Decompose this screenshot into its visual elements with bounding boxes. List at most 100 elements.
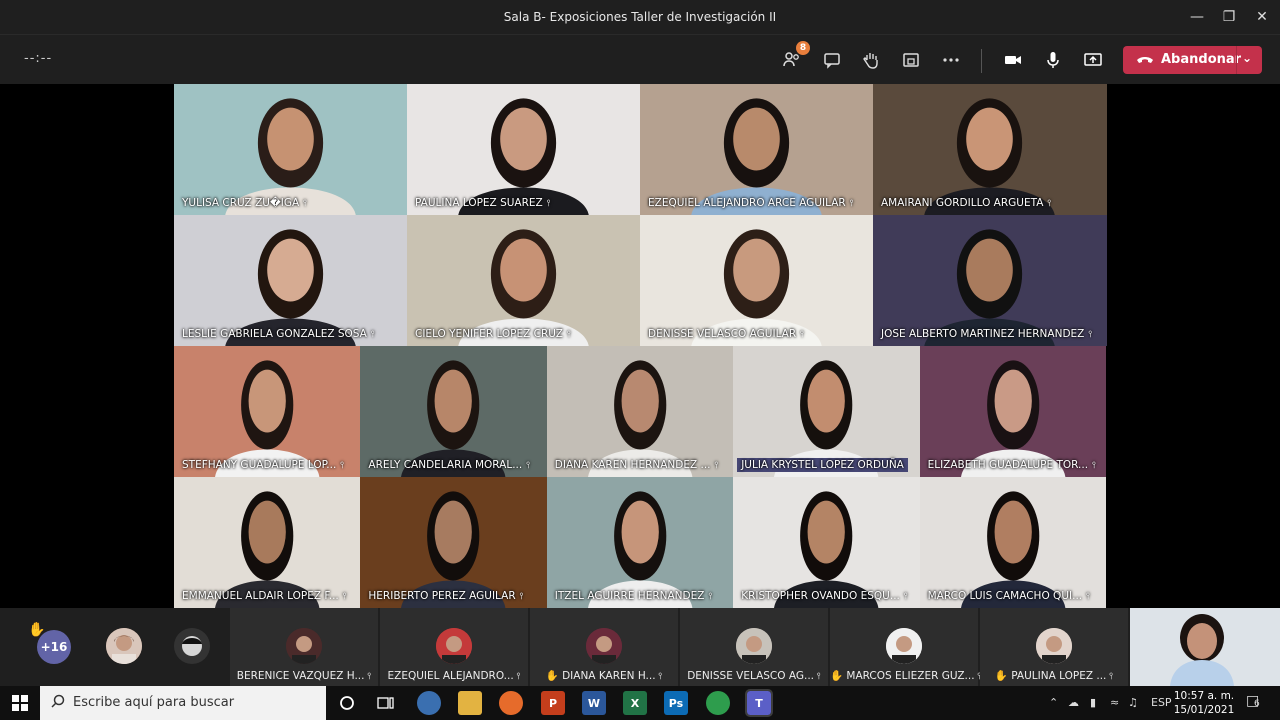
wifi-icon[interactable]: ≈ bbox=[1110, 696, 1119, 709]
chrome-icon[interactable] bbox=[706, 691, 730, 715]
participant-video-tile[interactable]: CIELO YENIFER LOPEZ CRUZ ⫯ bbox=[407, 215, 641, 346]
participant-strip-tile[interactable]: ✋ MARCOS ELIEZER GUZ... ⫯ bbox=[830, 608, 981, 686]
participant-name-label: EMMANUEL ALDAIR LOPEZ F... ⫯ bbox=[178, 589, 351, 603]
excel-icon[interactable]: X bbox=[623, 691, 647, 715]
participant-strip-label: ✋ MARCOS ELIEZER GUZ... ⫯ bbox=[830, 669, 981, 682]
chevron-down-icon[interactable]: ⌄ bbox=[1242, 51, 1252, 65]
mic-muted-icon: ⫯ bbox=[519, 592, 524, 602]
participant-name-label: CIELO YENIFER LOPEZ CRUZ ⫯ bbox=[411, 327, 575, 341]
raise-hand-button[interactable] bbox=[857, 47, 885, 73]
participant-video-tile[interactable]: JOSE ALBERTO MARTINEZ HERNANDEZ ⫯ bbox=[873, 215, 1107, 346]
avatar bbox=[886, 628, 922, 664]
windows-taskbar: Escribe aquí para buscar P W X Ps T ⌃ ☁ … bbox=[0, 686, 1280, 720]
participant-name: KRISTOPHER OVANDO ESQU... bbox=[741, 590, 900, 602]
participant-strip-tile[interactable]: EZEQUIEL ALEJANDRO... ⫯ bbox=[380, 608, 528, 686]
participant-name: HERIBERTO PEREZ AGUILAR bbox=[368, 590, 516, 602]
chat-button[interactable] bbox=[818, 47, 846, 73]
microphone-icon bbox=[1047, 52, 1059, 68]
more-actions-button[interactable] bbox=[937, 47, 965, 73]
camera-button[interactable] bbox=[999, 47, 1027, 73]
avatar bbox=[1036, 628, 1072, 664]
camera-icon bbox=[1005, 56, 1021, 64]
participant-name: EZEQUIEL ALEJANDRO... bbox=[387, 670, 514, 682]
restore-icon[interactable]: ❐ bbox=[1218, 6, 1240, 28]
participant-video-tile[interactable]: ITZEL AGUIRRE HERNANDEZ ⫯ bbox=[546, 477, 734, 608]
word-icon[interactable]: W bbox=[582, 691, 606, 715]
file-explorer-icon[interactable] bbox=[458, 691, 482, 715]
taskbar-search-box[interactable]: Escribe aquí para buscar bbox=[40, 686, 326, 720]
minimize-icon[interactable]: — bbox=[1186, 6, 1208, 28]
leave-button[interactable]: Abandonar ⌄ bbox=[1123, 46, 1262, 74]
more-participants-badge[interactable]: +16 bbox=[37, 630, 71, 664]
mic-muted-icon: ⫯ bbox=[364, 672, 372, 682]
participant-name: PAULINA LOPEZ SUAREZ bbox=[415, 197, 543, 209]
participant-strip-label: ✋ DIANA KAREN H... ⫯ bbox=[530, 669, 678, 682]
battery-icon[interactable]: ▮ bbox=[1090, 696, 1096, 709]
task-view-glyph bbox=[377, 697, 394, 709]
mic-muted-icon: ⫯ bbox=[814, 672, 821, 682]
participant-strip-label: ✋ PAULINA LOPEZ ... ⫯ bbox=[980, 669, 1128, 682]
microphone-button[interactable] bbox=[1039, 47, 1067, 73]
mic-muted-icon: ⫯ bbox=[370, 330, 375, 340]
participant-video-tile[interactable]: EZEQUIEL ALEJANDRO ARCE AGUILAR ⫯ bbox=[640, 84, 874, 215]
avatar-photo bbox=[1036, 628, 1072, 664]
more-icon bbox=[943, 58, 959, 62]
participant-strip-tile[interactable]: DENISSE VELASCO AG... ⫯ bbox=[680, 608, 828, 686]
participant-video-tile[interactable]: LESLIE GABRIELA GONZALEZ SOSA ⫯ bbox=[174, 215, 408, 346]
participant-strip-label: EZEQUIEL ALEJANDRO... ⫯ bbox=[380, 670, 528, 682]
powerpoint-icon[interactable]: P bbox=[541, 691, 565, 715]
participant-name-label: MARCO LUIS CAMACHO QUI... ⫯ bbox=[924, 589, 1094, 603]
participant-strip-tile[interactable]: ✋ PAULINA LOPEZ ... ⫯ bbox=[980, 608, 1128, 686]
system-clock[interactable]: 10:57 a. m. 15/01/2021 bbox=[1172, 689, 1236, 717]
self-view-image bbox=[1130, 608, 1280, 686]
firefox-icon[interactable] bbox=[499, 691, 523, 715]
participant-video-tile[interactable]: ARELY CANDELARIA MORAL... ⫯ bbox=[360, 346, 548, 477]
participant-name: MARCO LUIS CAMACHO QUI... bbox=[927, 590, 1083, 602]
notifications-icon[interactable]: □ 6 bbox=[1246, 693, 1260, 709]
participant-video-tile[interactable]: DIANA KAREN HERNANDEZ ... ⫯ bbox=[546, 346, 734, 477]
share-button[interactable] bbox=[1079, 47, 1107, 73]
avatar[interactable] bbox=[106, 628, 142, 664]
cloud-icon[interactable]: ☁ bbox=[1068, 696, 1079, 709]
participant-name: EMMANUEL ALDAIR LOPEZ F... bbox=[182, 590, 339, 602]
participant-name-label: ARELY CANDELARIA MORAL... ⫯ bbox=[364, 458, 534, 472]
participant-video-tile[interactable]: AMAIRANI GORDILLO ARGUETA ⫯ bbox=[873, 84, 1107, 215]
avatar-photo bbox=[736, 628, 772, 664]
participant-video-tile[interactable]: HERIBERTO PEREZ AGUILAR ⫯ bbox=[360, 477, 548, 608]
teams-icon[interactable]: T bbox=[745, 689, 773, 717]
participant-video-tile[interactable]: MARCO LUIS CAMACHO QUI... ⫯ bbox=[919, 477, 1107, 608]
participants-button[interactable]: 8 bbox=[778, 41, 810, 73]
mic-muted-icon: ⫯ bbox=[849, 199, 854, 209]
self-view-video[interactable] bbox=[1130, 608, 1280, 686]
tray-chevron-up-icon[interactable]: ⌃ bbox=[1049, 696, 1058, 709]
participant-video-tile[interactable]: JULIA KRYSTEL LOPEZ ORDUÑA bbox=[733, 346, 921, 477]
participant-video-tile[interactable]: KRISTOPHER OVANDO ESQU... ⫯ bbox=[733, 477, 921, 608]
cortana-icon[interactable] bbox=[335, 691, 359, 715]
participant-name: ARELY CANDELARIA MORAL... bbox=[368, 459, 523, 471]
participant-strip-tile[interactable]: BERENICE VAZQUEZ H... ⫯ bbox=[230, 608, 378, 686]
participant-video-tile[interactable]: ELIZABETH GUADALUPE TOR... ⫯ bbox=[919, 346, 1107, 477]
language-indicator[interactable]: ESP bbox=[1151, 696, 1172, 709]
participant-video-tile[interactable]: YULISA CRUZ ZU�IGA ⫯ bbox=[174, 84, 408, 215]
participant-name: AMAIRANI GORDILLO ARGUETA bbox=[881, 197, 1044, 209]
breakout-button[interactable] bbox=[897, 47, 925, 73]
participant-video-tile[interactable]: STEFHANY GUADALUPE LOP... ⫯ bbox=[174, 346, 361, 477]
participant-video-tile[interactable]: DENISSE VELASCO AGUILAR ⫯ bbox=[640, 215, 874, 346]
chat-icon bbox=[824, 53, 840, 69]
participant-strip-label: BERENICE VAZQUEZ H... ⫯ bbox=[230, 670, 378, 682]
volume-icon[interactable]: ♫ bbox=[1128, 696, 1138, 709]
participant-name-label: DIANA KAREN HERNANDEZ ... ⫯ bbox=[551, 458, 723, 472]
photoshop-icon[interactable]: Ps bbox=[664, 691, 688, 715]
task-view-icon[interactable] bbox=[374, 691, 398, 715]
app-icon-onedrive[interactable] bbox=[417, 691, 441, 715]
participant-strip-tile[interactable]: ✋ DIANA KAREN H... ⫯ bbox=[530, 608, 678, 686]
participant-name: DIANA KAREN H... bbox=[562, 670, 656, 682]
avatar[interactable] bbox=[174, 628, 210, 664]
close-icon[interactable]: ✕ bbox=[1251, 6, 1273, 28]
participant-name-label: JULIA KRYSTEL LOPEZ ORDUÑA bbox=[737, 458, 908, 472]
participant-video-tile[interactable]: EMMANUEL ALDAIR LOPEZ F... ⫯ bbox=[174, 477, 361, 608]
windows-start-icon[interactable] bbox=[8, 691, 32, 715]
search-icon bbox=[51, 694, 65, 708]
participant-video-tile[interactable]: PAULINA LOPEZ SUAREZ ⫯ bbox=[407, 84, 641, 215]
participant-name: CIELO YENIFER LOPEZ CRUZ bbox=[415, 328, 564, 340]
